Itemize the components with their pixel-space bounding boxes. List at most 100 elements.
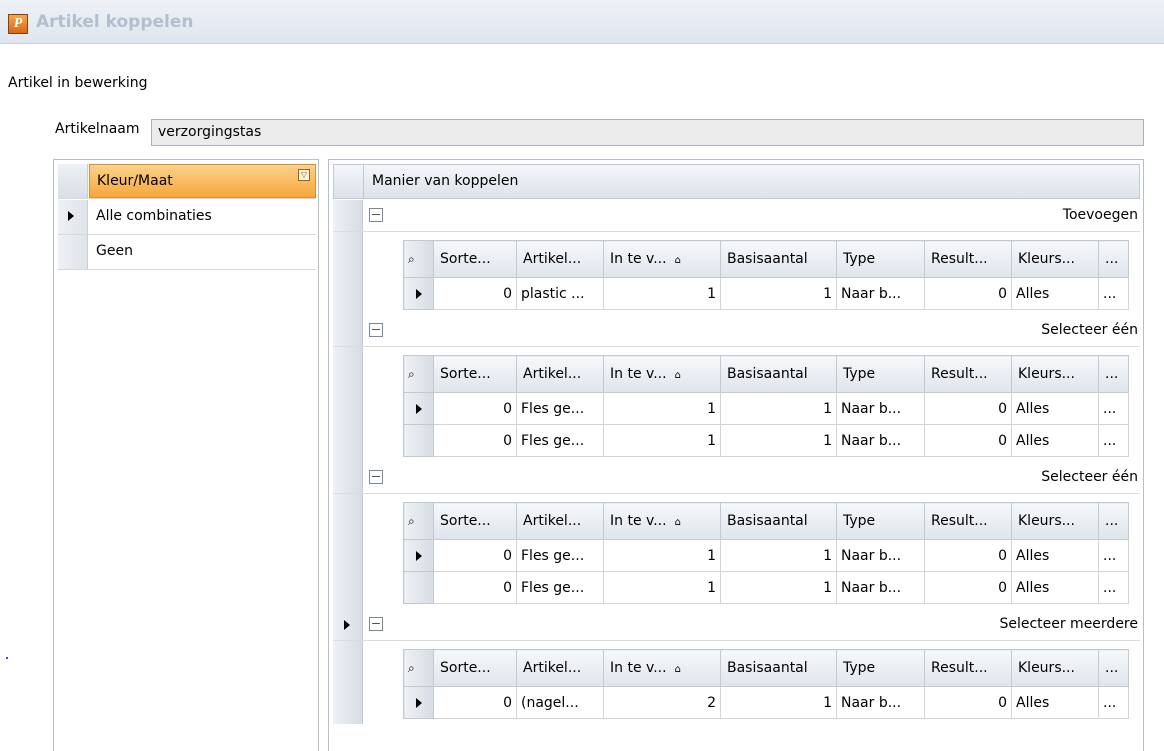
table-cell[interactable]: Alles: [1011, 539, 1099, 572]
table-cell[interactable]: 0: [924, 277, 1012, 310]
list-item[interactable]: Geen: [58, 235, 316, 270]
column-header-manier[interactable]: Manier van koppelen: [372, 173, 518, 189]
table-cell[interactable]: 1: [603, 539, 721, 572]
table-cell[interactable]: 0: [924, 539, 1012, 572]
table-cell[interactable]: Fles ge...: [516, 424, 604, 457]
row-indicator[interactable]: [58, 200, 88, 234]
table-cell[interactable]: 1: [603, 424, 721, 457]
column-header[interactable]: Type: [836, 502, 925, 540]
table-row[interactable]: 0 (nagel... 2 1 Naar b... 0 Alles...: [403, 686, 1129, 719]
collapse-icon[interactable]: [369, 323, 383, 337]
column-header[interactable]: Result...: [924, 355, 1012, 393]
column-header[interactable]: ...: [1098, 502, 1129, 540]
column-header[interactable]: Artikel...: [516, 240, 604, 278]
table-cell[interactable]: Alles: [1011, 571, 1099, 604]
table-cell[interactable]: Naar b...: [836, 571, 925, 604]
row-indicator[interactable]: [403, 539, 434, 572]
table-cell[interactable]: 1: [603, 277, 721, 310]
column-header[interactable]: Kleurs...: [1011, 502, 1099, 540]
column-header[interactable]: In te v... ⌂: [603, 649, 721, 687]
table-cell[interactable]: Naar b...: [836, 392, 925, 425]
table-cell[interactable]: ...: [1098, 277, 1129, 310]
table-cell[interactable]: 1: [603, 571, 721, 604]
row-indicator[interactable]: [403, 424, 434, 457]
table-cell[interactable]: 1: [720, 392, 837, 425]
table-cell[interactable]: 1: [720, 424, 837, 457]
row-indicator[interactable]: [403, 686, 434, 719]
article-name-field[interactable]: verzorgingstas: [151, 119, 1144, 146]
table-cell[interactable]: ...: [1098, 571, 1129, 604]
column-header[interactable]: Type: [836, 355, 925, 393]
table-cell[interactable]: Alles: [1011, 392, 1099, 425]
table-cell[interactable]: 0: [924, 424, 1012, 457]
table-cell[interactable]: Fles ge...: [516, 392, 604, 425]
table-cell[interactable]: 0: [433, 392, 517, 425]
column-header-kleur-maat[interactable]: Kleur/Maat ▽: [89, 164, 316, 198]
table-cell[interactable]: 1: [720, 686, 837, 719]
table-cell[interactable]: ...: [1098, 392, 1129, 425]
column-header[interactable]: Sorte...: [433, 649, 517, 687]
column-header[interactable]: Sorte...: [433, 355, 517, 393]
column-header[interactable]: Artikel...: [516, 355, 604, 393]
table-cell[interactable]: Fles ge...: [516, 539, 604, 572]
row-indicator[interactable]: [58, 235, 88, 269]
column-header[interactable]: Sorte...: [433, 502, 517, 540]
table-cell[interactable]: ...: [1098, 424, 1129, 457]
column-header[interactable]: In te v... ⌂: [603, 502, 721, 540]
table-cell[interactable]: 0: [433, 571, 517, 604]
column-header[interactable]: Sorte...: [433, 240, 517, 278]
table-cell[interactable]: 1: [720, 277, 837, 310]
collapse-icon[interactable]: [369, 208, 383, 222]
column-header[interactable]: ...: [1098, 355, 1129, 393]
table-row[interactable]: 0 Fles ge... 1 1 Naar b... 0 Alles...: [403, 539, 1129, 572]
search-icon[interactable]: ⌕: [403, 355, 434, 393]
table-cell[interactable]: 0: [433, 424, 517, 457]
search-icon[interactable]: ⌕: [403, 240, 434, 278]
column-header[interactable]: In te v... ⌂: [603, 355, 721, 393]
table-row[interactable]: 0 Fles ge... 1 1 Naar b... 0 Alles...: [403, 392, 1129, 425]
table-cell[interactable]: 1: [720, 539, 837, 572]
column-header[interactable]: Basisaantal: [720, 502, 837, 540]
table-cell[interactable]: 1: [720, 571, 837, 604]
table-cell[interactable]: 0: [433, 539, 517, 572]
row-indicator[interactable]: [403, 392, 434, 425]
search-icon[interactable]: ⌕: [403, 649, 434, 687]
column-header[interactable]: Kleurs...: [1011, 649, 1099, 687]
column-header[interactable]: Result...: [924, 502, 1012, 540]
table-cell[interactable]: (nagel...: [516, 686, 604, 719]
table-cell[interactable]: Fles ge...: [516, 571, 604, 604]
search-icon[interactable]: ⌕: [403, 502, 434, 540]
column-header[interactable]: ...: [1098, 649, 1129, 687]
column-header[interactable]: Type: [836, 649, 925, 687]
table-cell[interactable]: 0: [924, 392, 1012, 425]
filter-icon[interactable]: ▽: [298, 169, 310, 181]
column-header[interactable]: Kleurs...: [1011, 355, 1099, 393]
table-cell[interactable]: Naar b...: [836, 424, 925, 457]
table-cell[interactable]: Alles: [1011, 424, 1099, 457]
table-cell[interactable]: 0: [924, 686, 1012, 719]
column-header[interactable]: Result...: [924, 649, 1012, 687]
column-header[interactable]: Basisaantal: [720, 649, 837, 687]
column-header[interactable]: ...: [1098, 240, 1129, 278]
column-header[interactable]: Artikel...: [516, 649, 604, 687]
collapse-icon[interactable]: [369, 470, 383, 484]
table-row[interactable]: 0 plastic ... 1 1 Naar b... 0 Alles...: [403, 277, 1129, 310]
table-cell[interactable]: Naar b...: [836, 686, 925, 719]
row-indicator[interactable]: [403, 571, 434, 604]
table-cell[interactable]: ...: [1098, 539, 1129, 572]
column-header[interactable]: Artikel...: [516, 502, 604, 540]
list-item[interactable]: Alle combinaties: [58, 200, 316, 235]
table-cell[interactable]: Naar b...: [836, 539, 925, 572]
table-cell[interactable]: 2: [603, 686, 721, 719]
table-cell[interactable]: 0: [924, 571, 1012, 604]
table-cell[interactable]: Alles: [1011, 686, 1099, 719]
table-cell[interactable]: 1: [603, 392, 721, 425]
table-cell[interactable]: Alles: [1011, 277, 1099, 310]
column-header[interactable]: Kleurs...: [1011, 240, 1099, 278]
table-cell[interactable]: 0: [433, 277, 517, 310]
table-cell[interactable]: Naar b...: [836, 277, 925, 310]
table-cell[interactable]: 0: [433, 686, 517, 719]
column-header[interactable]: In te v... ⌂: [603, 240, 721, 278]
column-header[interactable]: Type: [836, 240, 925, 278]
column-header[interactable]: Result...: [924, 240, 1012, 278]
